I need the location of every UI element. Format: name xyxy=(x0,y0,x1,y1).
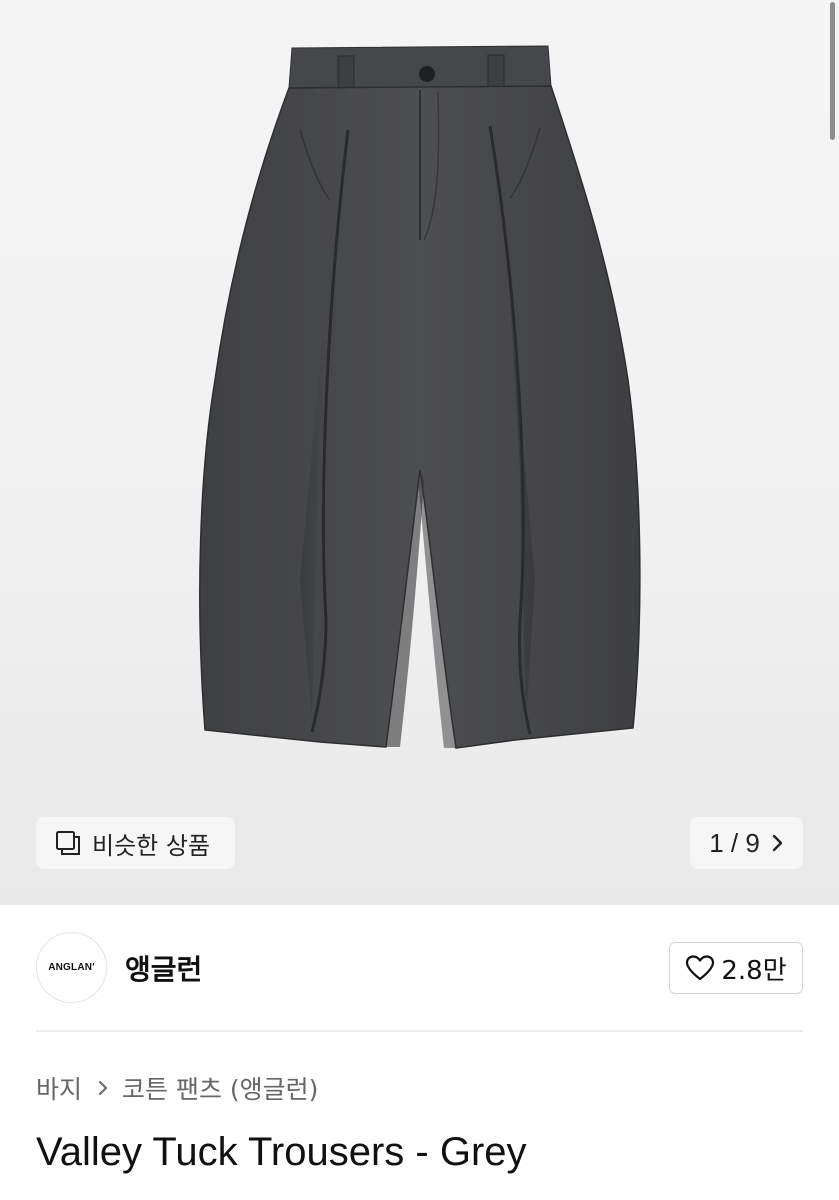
brand-name-link[interactable]: 앵글런 xyxy=(125,948,202,988)
scrollbar-thumb[interactable] xyxy=(830,2,835,140)
chevron-right-icon xyxy=(770,833,784,853)
section-divider xyxy=(36,1030,803,1032)
product-image-gallery[interactable]: 비슷한 상품 1 / 9 xyxy=(0,0,839,905)
breadcrumb: 바지 코튼 팬츠 (앵글런) xyxy=(36,1070,318,1106)
image-pager-button[interactable]: 1 / 9 xyxy=(690,817,803,869)
like-button[interactable]: 2.8만 xyxy=(669,942,803,994)
brand-logo-text: ANGLAN' xyxy=(48,962,95,973)
similar-items-icon xyxy=(54,829,82,857)
breadcrumb-category-link[interactable]: 바지 xyxy=(36,1070,82,1106)
breadcrumb-subcategory-link[interactable]: 코튼 팬츠 (앵글런) xyxy=(122,1070,318,1106)
chevron-right-icon xyxy=(96,1078,110,1098)
brand-row: ANGLAN' 앵글런 2.8만 xyxy=(36,932,803,1004)
similar-items-label: 비슷한 상품 xyxy=(92,831,211,860)
image-pager-text: 1 / 9 xyxy=(709,827,760,858)
heart-outline-icon xyxy=(685,954,715,982)
similar-items-button[interactable]: 비슷한 상품 xyxy=(36,817,235,869)
brand-logo[interactable]: ANGLAN' xyxy=(36,932,107,1003)
product-image[interactable] xyxy=(0,0,839,905)
like-count: 2.8만 xyxy=(721,955,787,986)
product-title: Valley Tuck Trousers - Grey xyxy=(36,1130,527,1174)
